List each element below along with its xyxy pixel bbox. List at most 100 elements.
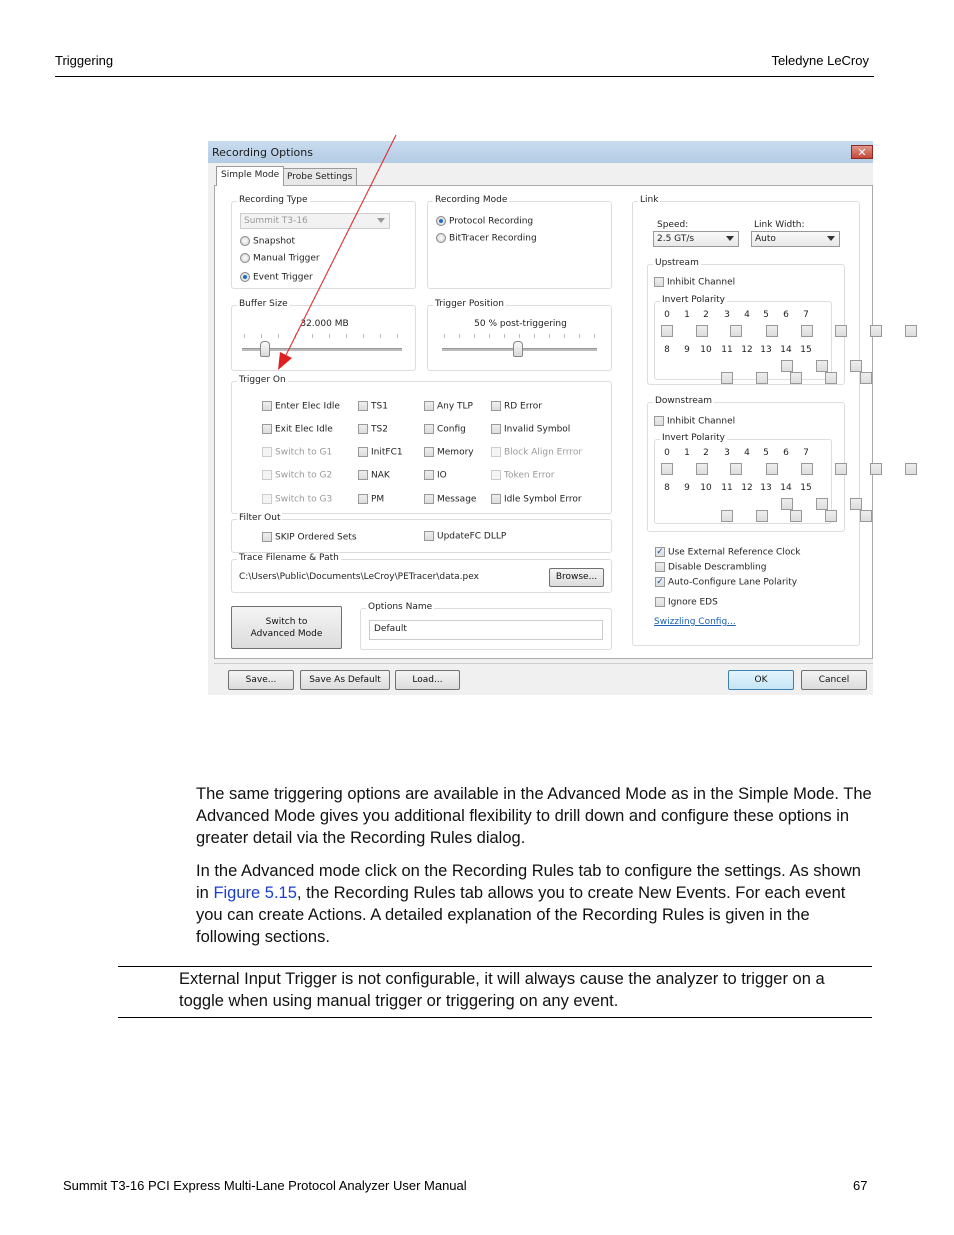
trigger-checkbox[interactable]: Invalid Symbol [491,424,570,435]
downstream-lane-number: 7 [803,448,809,458]
paragraph-2: In the Advanced mode click on the Record… [196,860,876,948]
trigger-checkbox[interactable]: IO [424,470,447,481]
trigger-checkbox[interactable]: NAK [358,470,390,481]
upstream-lane-number: 7 [803,310,809,320]
downstream-lane-polarity-checkbox[interactable] [835,463,847,475]
trigger-checkbox[interactable]: Token Error [491,470,554,481]
upstream-lane-polarity-checkbox[interactable] [870,325,882,337]
misc-option-checkbox[interactable]: ✓ Use External Reference Clock [655,547,801,558]
upstream-lane-polarity-checkbox[interactable] [905,325,917,337]
upstream-lane-polarity-checkbox[interactable] [661,325,673,337]
ok-button[interactable]: OK [728,670,794,690]
downstream-lane-polarity-checkbox[interactable] [870,463,882,475]
misc-option-checkbox[interactable]: Disable Descrambling [655,562,766,573]
trigger-checkbox[interactable]: Memory [424,447,474,458]
upstream-lane-polarity-checkbox[interactable] [825,372,837,384]
upstream-lane-number: 5 [763,310,769,320]
browse-button[interactable]: Browse... [549,568,604,587]
downstream-lane-polarity-checkbox[interactable] [781,498,793,510]
trigger-checkbox[interactable]: Message [424,494,476,505]
upstream-lane-number: 8 [664,345,670,355]
swizzling-config-link[interactable]: Swizzling Config... [654,617,736,627]
upstream-lane-polarity-checkbox[interactable] [816,360,828,372]
checkbox-icon [491,401,501,411]
checkbox-icon [424,470,434,480]
downstream-lane-polarity-checkbox[interactable] [801,463,813,475]
upstream-lane-polarity-checkbox[interactable] [860,372,872,384]
downstream-lane-number: 2 [703,448,709,458]
checkbox-updatefc-dllp[interactable]: UpdateFC DLLP [424,531,506,542]
footer-separator [214,663,873,664]
trigger-checkbox[interactable]: Switch to G2 [262,470,332,481]
radio-bittracer-recording[interactable]: BitTracer Recording [436,233,537,244]
upstream-lane-polarity-checkbox[interactable] [696,325,708,337]
trigger-checkbox[interactable]: TS2 [358,424,388,435]
cancel-button[interactable]: Cancel [801,670,867,690]
figure-link[interactable]: Figure 5.15 [213,884,296,902]
radio-protocol-recording[interactable]: Protocol Recording [436,216,533,227]
checkbox-skip-ordered-sets[interactable]: SKIP Ordered Sets [262,532,357,543]
downstream-lane-polarity-checkbox[interactable] [766,463,778,475]
downstream-lane-number: 10 [700,483,712,493]
trigger-checkbox[interactable]: Exit Elec Idle [262,424,333,435]
checkbox-label: RD Error [504,401,542,412]
trigger-checkbox[interactable]: TS1 [358,401,388,412]
downstream-lane-polarity-checkbox[interactable] [730,463,742,475]
trigger-checkbox[interactable]: Idle Symbol Error [491,494,582,505]
downstream-lane-polarity-checkbox[interactable] [696,463,708,475]
trigger-checkbox[interactable]: PM [358,494,384,505]
upstream-lane-polarity-checkbox[interactable] [730,325,742,337]
downstream-lane-polarity-checkbox[interactable] [790,510,802,522]
upstream-lane-polarity-checkbox[interactable] [756,372,768,384]
downstream-inhibit-channel[interactable]: Inhibit Channel [654,416,735,427]
options-name-input[interactable]: Default [369,620,603,640]
close-icon[interactable]: ✕ [851,145,873,159]
misc-option-checkbox[interactable]: Ignore EDS [655,597,718,608]
downstream-lane-polarity-checkbox[interactable] [850,498,862,510]
checkbox-label: PM [371,494,385,505]
downstream-lane-polarity-checkbox[interactable] [721,510,733,522]
speed-select[interactable]: 2.5 GT/s [653,231,739,247]
trigger-checkbox[interactable]: RD Error [491,401,542,412]
downstream-lane-polarity-checkbox[interactable] [825,510,837,522]
page-header-section: Triggering [55,53,114,68]
downstream-lane-polarity-checkbox[interactable] [661,463,673,475]
downstream-lane-number: 5 [763,448,769,458]
trigger-checkbox[interactable]: InitFC1 [358,447,403,458]
trigger-checkbox[interactable]: Block Align Errror [491,447,582,458]
switch-to-advanced-mode-button[interactable]: Switch to Advanced Mode [231,606,342,649]
trigger-checkbox[interactable]: Any TLP [424,401,473,412]
trigger-position-slider-thumb[interactable] [513,341,523,357]
trigger-checkbox[interactable]: Enter Elec Idle [262,401,340,412]
checkbox-label: InitFC1 [371,447,403,458]
checkbox-label: Exit Elec Idle [275,424,333,435]
trigger-checkbox[interactable]: Switch to G3 [262,494,332,505]
downstream-lane-polarity-checkbox[interactable] [816,498,828,510]
upstream-lane-polarity-checkbox[interactable] [766,325,778,337]
save-as-default-button[interactable]: Save As Default [300,670,390,690]
downstream-lane-polarity-checkbox[interactable] [860,510,872,522]
link-width-select[interactable]: Auto [751,231,840,247]
upstream-lane-polarity-checkbox[interactable] [801,325,813,337]
tab-simple-mode[interactable]: Simple Mode [216,166,285,186]
upstream-lane-polarity-checkbox[interactable] [781,360,793,372]
upstream-lane-polarity-checkbox[interactable] [790,372,802,384]
trigger-checkbox[interactable]: Switch to G1 [262,447,332,458]
buffer-size-slider-thumb[interactable] [260,341,270,357]
upstream-lane-polarity-checkbox[interactable] [850,360,862,372]
load-button[interactable]: Load... [395,670,460,690]
downstream-lane-polarity-checkbox[interactable] [905,463,917,475]
downstream-lane-polarity-checkbox[interactable] [756,510,768,522]
checkbox-icon [655,597,665,607]
upstream-inhibit-channel[interactable]: Inhibit Channel [654,277,735,288]
checkbox-icon [358,494,368,504]
checkbox-icon [491,447,501,457]
upstream-lane-polarity-checkbox[interactable] [721,372,733,384]
trigger-checkbox[interactable]: Config [424,424,466,435]
checkbox-icon [262,470,272,480]
save-button[interactable]: Save... [228,670,294,690]
link-group: Link Speed: 2.5 GT/s Link Width: Auto Up… [632,195,917,646]
checkbox-icon [424,424,434,434]
misc-option-checkbox[interactable]: ✓ Auto-Configure Lane Polarity [655,577,797,588]
upstream-lane-polarity-checkbox[interactable] [835,325,847,337]
